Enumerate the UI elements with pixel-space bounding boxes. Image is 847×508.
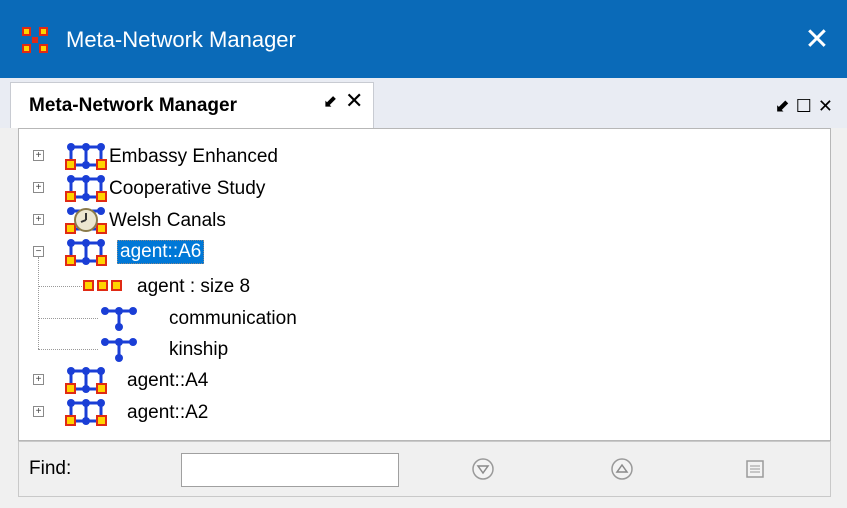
tree-item[interactable]: + Embassy Enhanced <box>19 141 819 171</box>
tree-item-selected[interactable]: − agent::A6 <box>19 237 819 267</box>
tree-item-label: agent::A6 <box>117 240 205 264</box>
tree-item[interactable]: + Welsh Canals <box>19 205 819 235</box>
meta-network-icon <box>65 175 107 202</box>
find-previous-icon[interactable] <box>609 456 635 482</box>
restore-icon[interactable]: ⬋ <box>775 96 790 117</box>
meta-network-tree[interactable]: + Embassy Enhanced + Cooperative Study + <box>18 128 831 441</box>
expand-icon[interactable]: + <box>33 374 44 385</box>
tree-item-label: kinship <box>169 339 229 360</box>
tree-item[interactable]: + agent::A4 <box>19 365 819 395</box>
tree-item-label: Welsh Canals <box>109 210 226 231</box>
tree-item-label: agent::A2 <box>127 402 209 423</box>
expand-icon[interactable]: + <box>33 150 44 161</box>
close-icon[interactable]: ✕ <box>818 96 833 117</box>
network-icon <box>101 307 137 331</box>
window-title: Meta-Network Manager <box>66 27 296 52</box>
tab-label: Meta-Network Manager <box>29 95 237 116</box>
find-bar: Find: <box>18 441 831 497</box>
tree-item-label: Embassy Enhanced <box>109 146 278 167</box>
tree-child-item[interactable]: kinship <box>19 334 819 364</box>
meta-network-icon <box>65 239 107 266</box>
tree-item-label: communication <box>169 308 297 329</box>
tree-child-item[interactable]: communication <box>19 303 819 333</box>
expand-icon[interactable]: + <box>33 406 44 417</box>
app-icon <box>22 27 48 53</box>
meta-network-icon <box>65 399 107 426</box>
tree-item[interactable]: + agent::A2 <box>19 397 819 427</box>
close-icon[interactable]: ✕ <box>797 20 837 60</box>
meta-network-clock-icon <box>65 207 107 234</box>
panel-controls: ⬋ ☐ ✕ <box>769 96 833 117</box>
find-next-icon[interactable] <box>470 456 496 482</box>
tab-close-icon[interactable]: ✕ <box>345 89 363 114</box>
meta-network-icon <box>65 143 107 170</box>
tab-meta-network-manager[interactable]: Meta-Network Manager ⬋ ✕ <box>10 82 374 128</box>
find-label: Find: <box>29 458 72 479</box>
find-input[interactable] <box>181 453 399 487</box>
maximize-icon[interactable]: ☐ <box>796 96 812 117</box>
tree-child-item[interactable]: agent : size 8 <box>19 271 819 301</box>
meta-network-icon <box>65 367 107 394</box>
tree-item-label: Cooperative Study <box>109 178 266 199</box>
window-titlebar: Meta-Network Manager ✕ <box>0 0 847 78</box>
network-icon <box>101 338 137 362</box>
tree-item[interactable]: + Cooperative Study <box>19 173 819 203</box>
find-list-icon[interactable] <box>742 456 768 482</box>
nodeset-icon <box>83 280 122 291</box>
expand-icon[interactable]: + <box>33 182 44 193</box>
tree-item-label: agent : size 8 <box>137 276 251 297</box>
restore-icon[interactable]: ⬋ <box>323 92 337 112</box>
expand-icon[interactable]: + <box>33 214 44 225</box>
tree-item-label: agent::A4 <box>127 370 209 391</box>
collapse-icon[interactable]: − <box>33 246 44 257</box>
